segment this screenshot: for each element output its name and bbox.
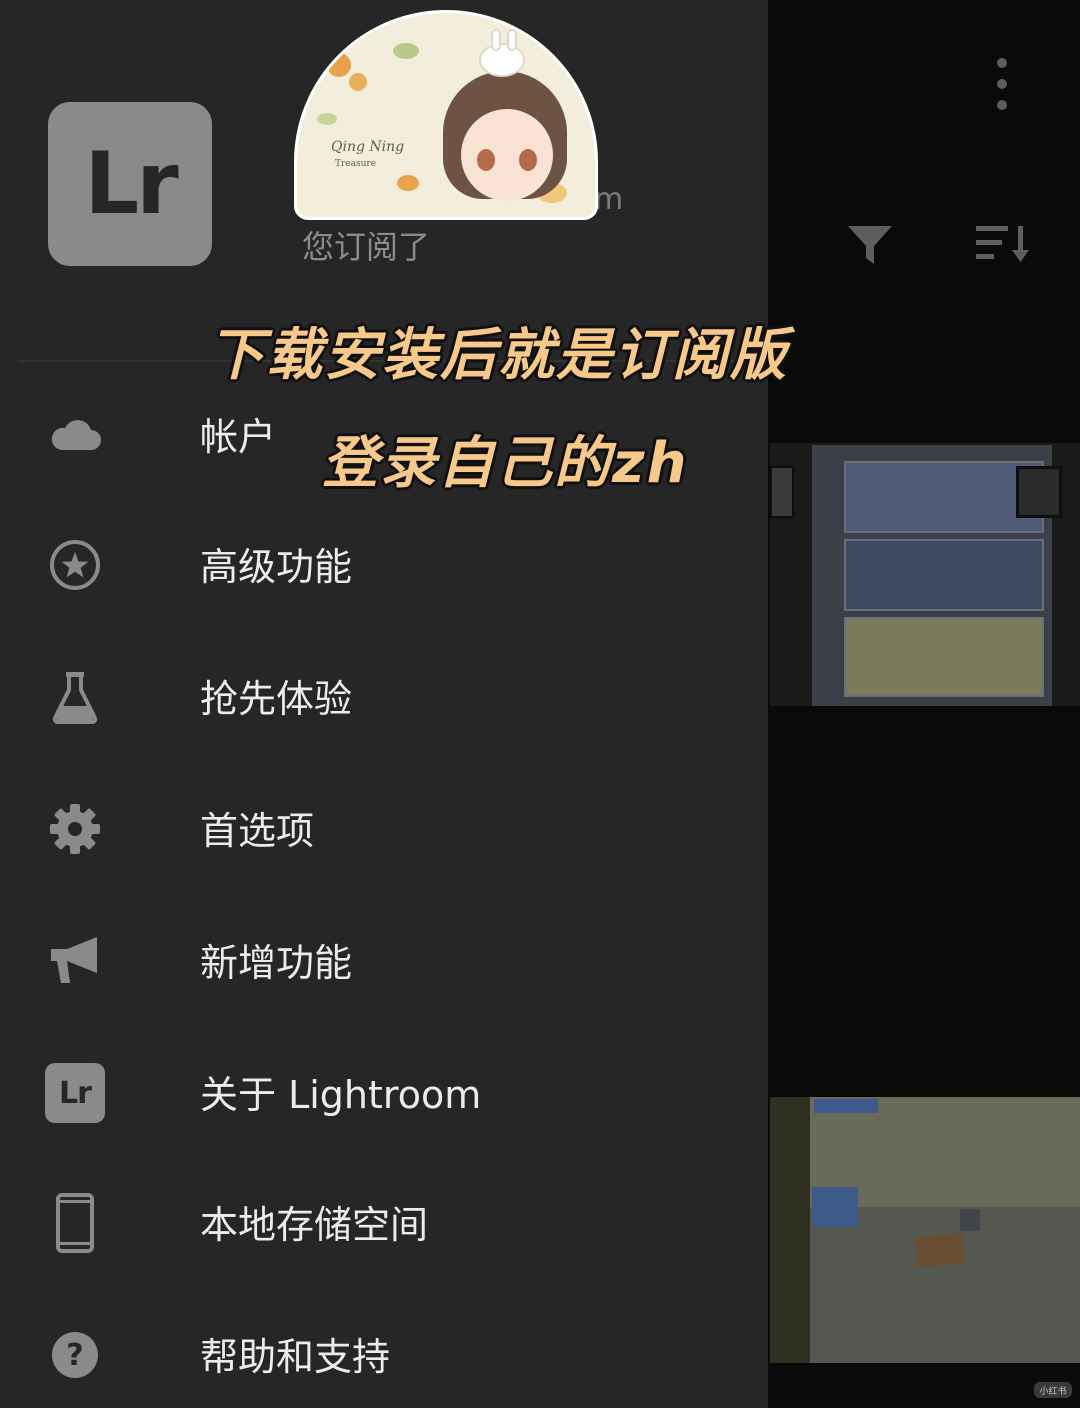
app-logo: Lr	[48, 102, 212, 266]
film-strip-icon	[1016, 466, 1062, 518]
lightroom-icon: Lr	[42, 1060, 108, 1126]
menu-item-whats-new[interactable]: 新增功能	[0, 898, 768, 1018]
menu-item-early-access[interactable]: 抢先体验	[0, 634, 768, 754]
help-icon: ?	[42, 1322, 108, 1388]
svg-text:?: ?	[66, 1338, 83, 1373]
star-circle-icon	[42, 532, 108, 598]
menu-item-help[interactable]: ? 帮助和支持	[0, 1292, 768, 1408]
menu-item-label: 高级功能	[200, 545, 353, 589]
sort-icon[interactable]	[974, 222, 1030, 264]
watermark: 小红书	[1034, 1382, 1072, 1398]
menu-item-local-storage[interactable]: 本地存储空间	[0, 1160, 768, 1280]
film-strip-icon	[770, 466, 794, 518]
caption-line-1: 下载安装后就是订阅版	[208, 323, 788, 388]
avatar-signature-sub: Treasure	[335, 159, 377, 169]
photo-thumbnail[interactable]	[770, 1097, 1080, 1363]
more-vertical-icon[interactable]	[985, 58, 1019, 110]
avatar-signature: Qing Ning	[331, 139, 405, 155]
menu-item-preferences[interactable]: 首选项	[0, 766, 768, 886]
menu-item-about[interactable]: Lr 关于 Lightroom	[0, 1030, 768, 1150]
megaphone-icon	[42, 928, 108, 994]
menu-item-label: 抢先体验	[200, 677, 353, 721]
account-name-fragment: m	[594, 182, 624, 217]
menu-item-premium[interactable]: 高级功能	[0, 502, 768, 622]
menu-item-label: 帮助和支持	[200, 1335, 391, 1379]
subscription-status: 您订阅了	[302, 228, 431, 266]
caption-line-2: 登录自己的zh	[322, 431, 689, 496]
gear-icon	[42, 796, 108, 862]
menu-item-label: 关于 Lightroom	[200, 1073, 482, 1117]
flask-icon	[42, 664, 108, 730]
phone-icon	[42, 1190, 108, 1256]
menu-item-label: 首选项	[200, 809, 315, 853]
menu-item-label: 帐户	[200, 415, 277, 459]
cloud-icon	[42, 402, 108, 468]
app-logo-text: Lr	[84, 134, 178, 234]
filter-icon[interactable]	[846, 222, 894, 268]
menu-item-label: 新增功能	[200, 941, 353, 985]
menu-item-label: 本地存储空间	[200, 1203, 429, 1247]
